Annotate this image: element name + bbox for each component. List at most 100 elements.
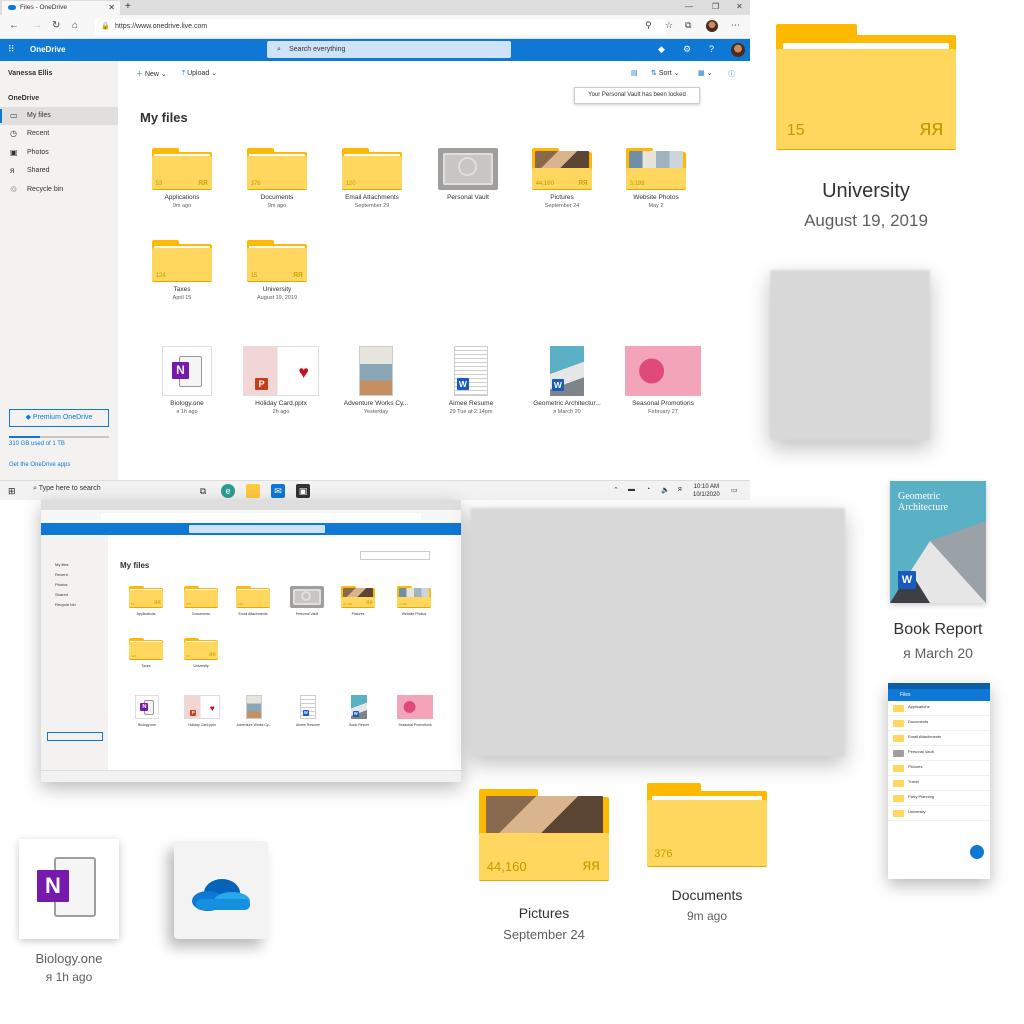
maximize-button[interactable]: ❐ — [712, 0, 719, 14]
more-icon[interactable]: ⋯ — [731, 20, 740, 31]
mini-folder-tile[interactable]: 376 Documents — [184, 586, 218, 616]
file-tile[interactable]: ♥ P Holiday Card.pptx 2h ago — [232, 346, 330, 415]
documents-card[interactable]: 376 Documents 9m ago — [647, 783, 767, 923]
app-launcher-icon[interactable]: ⠿ — [8, 44, 15, 55]
brand-name[interactable]: OneDrive — [30, 45, 66, 54]
file-explorer-icon[interactable] — [246, 484, 260, 498]
mini-file-tile[interactable]: ♥ P Holiday Card.pptx — [181, 695, 223, 727]
diamond-icon[interactable]: ◆ — [658, 44, 665, 55]
mini-file-tile[interactable]: Adventure Works Cy... — [233, 695, 275, 727]
volume-icon[interactable]: 🔈 — [661, 486, 670, 494]
people-icon[interactable]: ᴙ — [678, 486, 682, 493]
sidebar-item-recent[interactable]: ◷ Recent — [0, 125, 118, 143]
book-report-card[interactable]: Geometric Architecture W Book Report ᴙ M… — [890, 481, 986, 661]
folder-tile[interactable]: 15 ᴙᴙ University August 19, 2019 — [232, 240, 322, 301]
mobile-file-row[interactable]: Pictures — [888, 761, 990, 776]
store-icon[interactable]: ▣ — [296, 484, 310, 498]
get-apps-link[interactable]: Get the OneDrive apps — [9, 462, 70, 468]
notification-icon[interactable]: ▭ — [731, 486, 738, 494]
wifi-icon[interactable]: ◔ — [646, 486, 650, 493]
mini-sidebar-item[interactable]: Recycle bin — [55, 602, 76, 607]
url-field[interactable]: 🔒 https://www.onedrive.live.com — [95, 19, 665, 35]
mobile-file-row[interactable]: Documents — [888, 716, 990, 731]
collections-icon[interactable]: ⧉ — [685, 20, 691, 31]
new-button[interactable]: ＋ New ⌄ — [136, 69, 167, 79]
mini-file-tile[interactable]: W Book Report — [338, 695, 380, 727]
mobile-file-row[interactable]: University — [888, 806, 990, 821]
info-icon[interactable]: ⓘ — [728, 69, 735, 79]
file-tile[interactable]: N Biology.one ᴙ 1h ago — [138, 346, 236, 415]
view-grid-icon[interactable]: ▦ ⌄ — [698, 69, 712, 77]
view-details-icon[interactable]: ▤ — [631, 69, 638, 77]
new-tab-button[interactable]: + — [125, 0, 131, 14]
profile-avatar[interactable] — [706, 20, 718, 32]
favorites-icon[interactable]: ☆ — [665, 20, 673, 31]
mini-folder-tile[interactable]: 15 ᴙᴙ University — [184, 638, 218, 668]
camera-button[interactable] — [970, 845, 984, 859]
sidebar-item-recycle-bin[interactable]: ♲ Recycle bin — [0, 181, 118, 199]
file-tile[interactable]: Seasonal Promotions February 27 — [614, 346, 712, 415]
mail-icon[interactable]: ✉ — [271, 484, 285, 498]
sidebar-item-photos[interactable]: ▣ Photos — [0, 144, 118, 162]
mini-sidebar-item[interactable]: My files — [55, 562, 69, 567]
folder-tile[interactable]: 3,198 Website Photos May 2 — [611, 148, 701, 209]
university-card[interactable]: 15 ᴙᴙ University August 19, 2019 — [776, 24, 956, 231]
taskbar-clock[interactable]: 10:10 AM 10/1/2020 — [693, 483, 720, 499]
mini-file-tile[interactable]: N Biology.one — [126, 695, 168, 727]
file-tile[interactable]: W Aimee Resume 29 Tue at 2:14pm — [422, 346, 520, 415]
home-icon[interactable]: ⌂ — [72, 20, 78, 31]
gear-icon[interactable]: ⚙ — [683, 44, 691, 55]
search-input[interactable]: ⌕ Search everything — [267, 41, 511, 58]
browser-tab[interactable]: Files - OneDrive ✕ — [2, 1, 120, 15]
mini-sidebar-item[interactable]: Shared — [55, 592, 68, 597]
folder-tile[interactable]: 53 ᴙᴙ Applications 9m ago — [137, 148, 227, 209]
mini-sidebar-item[interactable]: Photos — [55, 582, 67, 587]
folder-tile[interactable]: 124 Taxes April 15 — [137, 240, 227, 301]
back-icon[interactable]: ← — [9, 20, 19, 31]
sort-button[interactable]: ⇅ Sort ⌄ — [651, 69, 679, 77]
mini-folder-tile[interactable]: 120 Email Attachments — [236, 586, 270, 616]
folder-tile[interactable]: Personal Vault — [423, 148, 513, 203]
battery-icon[interactable]: ▬ — [628, 486, 635, 493]
folder-count: 44,160 — [486, 858, 527, 874]
mini-folder-tile[interactable]: 53 ᴙᴙ Applications — [129, 586, 163, 616]
folder-tile[interactable]: 376 Documents 9m ago — [232, 148, 322, 209]
chevron-up-icon[interactable]: ⌃ — [613, 486, 619, 494]
mini-file-tile[interactable]: Seasonal Promotions — [394, 695, 436, 727]
premium-button[interactable]: ◆ Premium OneDrive — [9, 409, 109, 427]
onedrive-app-tile[interactable] — [174, 841, 268, 939]
start-icon[interactable]: ⊞ — [8, 486, 16, 497]
mini-folder-tile[interactable]: 44,160 ᴙᴙ Pictures — [341, 586, 375, 616]
upload-button[interactable]: ⤒ Upload ⌄ — [182, 69, 217, 78]
mini-file-tile[interactable]: W Aimee Resume — [287, 695, 329, 727]
edge-icon[interactable]: e — [221, 484, 235, 498]
mobile-file-row[interactable]: Party Planning — [888, 791, 990, 806]
folder-tile[interactable]: 44,160 ᴙᴙ Pictures September 24 — [517, 148, 607, 209]
mobile-file-row[interactable]: Applications — [888, 701, 990, 716]
sidebar-item-my-files[interactable]: ▭ My files — [0, 107, 118, 125]
account-avatar[interactable] — [731, 43, 745, 57]
mini-folder-tile[interactable]: 3,198 Website Photos — [397, 586, 431, 616]
mobile-file-row[interactable]: Email Attachments — [888, 731, 990, 746]
refresh-icon[interactable]: ↻ — [52, 20, 60, 31]
task-view-icon[interactable]: ⧉ — [196, 484, 210, 498]
close-window-button[interactable]: ✕ — [736, 0, 743, 14]
biology-card[interactable]: N Biology.one ᴙ 1h ago — [19, 839, 119, 984]
file-tile[interactable]: Adventure Works Cy... Yesterday — [327, 346, 425, 415]
mini-folder-tile[interactable]: Personal Vault — [290, 586, 324, 616]
close-tab-icon[interactable]: ✕ — [108, 1, 115, 15]
mini-sidebar-item[interactable]: Recent — [55, 572, 68, 577]
extensions-icon[interactable]: ⚲ — [645, 20, 652, 31]
mobile-file-row[interactable]: Travel — [888, 776, 990, 791]
folder-tile[interactable]: 120 Email Attachments September 29 — [327, 148, 417, 209]
sidebar-item-shared[interactable]: ᴙ Shared — [0, 162, 118, 180]
file-tile[interactable]: W Geometric Architectur... ᴙ March 20 — [518, 346, 616, 415]
help-icon[interactable]: ? — [709, 44, 714, 54]
minimize-button[interactable]: — — [685, 0, 693, 14]
mobile-file-row[interactable]: Personal Vault — [888, 746, 990, 761]
taskbar-search[interactable]: ⌕ Type here to search — [33, 485, 101, 493]
storage-text[interactable]: 310 GB used of 1 TB — [9, 441, 65, 447]
mini-folder-tile[interactable]: 124 Taxes — [129, 638, 163, 668]
pictures-card[interactable]: 44,160 ᴙᴙ Pictures September 24 — [479, 789, 609, 942]
forward-icon[interactable]: → — [32, 20, 42, 31]
